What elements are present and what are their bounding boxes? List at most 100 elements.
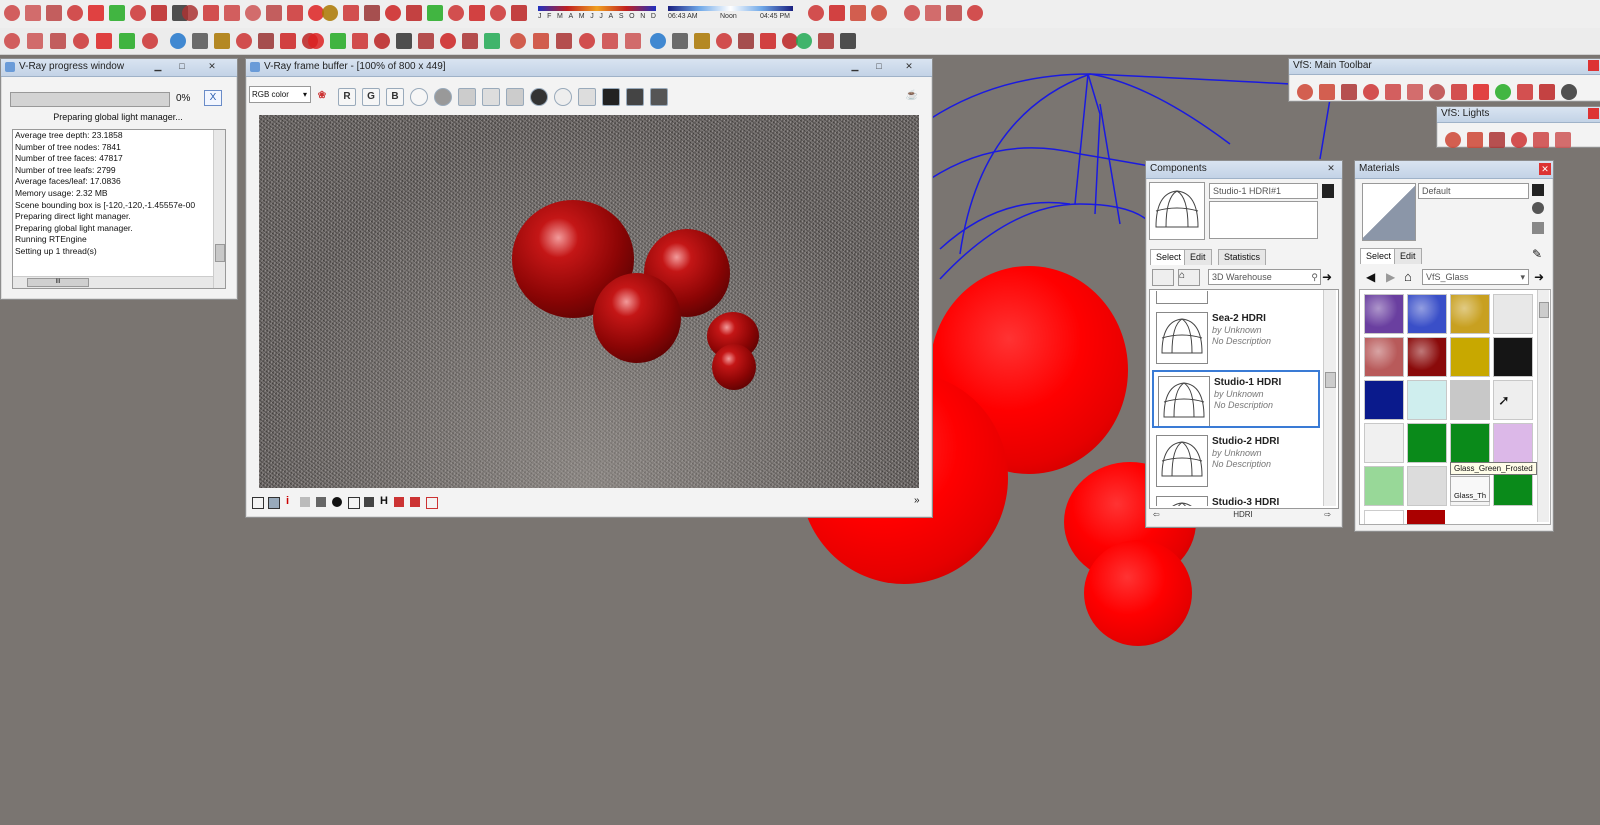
vfb-minimize-button[interactable]: ▁	[848, 61, 862, 72]
back-arrow-icon[interactable]: ⇦	[1153, 508, 1160, 522]
sandbox-tool-icon[interactable]	[760, 33, 776, 49]
material-options-icon[interactable]	[1532, 202, 1544, 214]
view-tool-icon[interactable]	[322, 5, 338, 21]
view-options-icon[interactable]	[1152, 269, 1174, 286]
view-preset-tool-icon[interactable]	[533, 33, 549, 49]
material-swatch[interactable]	[1450, 423, 1490, 463]
render-viewport[interactable]	[259, 115, 919, 488]
section-tool-icon[interactable]	[418, 33, 434, 49]
sandbox-tool-icon[interactable]	[716, 33, 732, 49]
sandbox-tool-icon[interactable]	[650, 33, 666, 49]
draw-tool-icon[interactable]	[88, 5, 104, 21]
shadow-tool-icon[interactable]	[511, 5, 527, 21]
vfs-light-tool-icon[interactable]	[1489, 132, 1505, 148]
material-swatch[interactable]	[1450, 294, 1490, 334]
vfs-lights-close-icon[interactable]	[1588, 108, 1599, 119]
lut-icon[interactable]	[348, 497, 360, 509]
clear-image-icon[interactable]	[506, 88, 524, 106]
components-scroll-thumb[interactable]	[1325, 372, 1336, 388]
vfs-tool-icon[interactable]	[1319, 84, 1335, 100]
vfs-tool-icon[interactable]	[1341, 84, 1357, 100]
layer-tool-icon[interactable]	[818, 33, 834, 49]
compare-v-icon[interactable]	[410, 497, 420, 507]
material-swatch[interactable]	[1407, 294, 1447, 334]
details-arrow-icon[interactable]: ➜	[1534, 270, 1544, 284]
view-preset-tool-icon[interactable]	[602, 33, 618, 49]
style-tool-icon[interactable]	[4, 33, 20, 49]
teapot-icon[interactable]: ☕	[904, 88, 920, 104]
material-swatch[interactable]	[1493, 423, 1533, 463]
view-preset-tool-icon[interactable]	[510, 33, 526, 49]
progress-titlebar[interactable]: V-Ray progress window ▁ □ ✕	[1, 59, 237, 77]
section-tool-icon[interactable]	[396, 33, 412, 49]
component-description-field[interactable]	[1209, 201, 1318, 239]
stop-icon[interactable]	[626, 88, 644, 106]
vfs-main-close-icon[interactable]	[1588, 60, 1599, 71]
component-list-item-partial[interactable]	[1156, 291, 1208, 304]
shadow-tool-icon[interactable]	[490, 5, 506, 21]
back-arrow-icon[interactable]: ◀	[1366, 270, 1375, 284]
layer-tool-icon[interactable]	[796, 33, 812, 49]
draw-tool-icon[interactable]	[130, 5, 146, 21]
tab-statistics[interactable]: Statistics	[1218, 249, 1267, 265]
material-swatch-partial[interactable]	[1364, 510, 1404, 524]
material-name-field[interactable]: Default	[1418, 183, 1529, 199]
maximize-button[interactable]: □	[175, 61, 189, 72]
walk-tool-icon[interactable]	[214, 33, 230, 49]
section-tool-icon[interactable]	[308, 33, 324, 49]
curve-icon[interactable]	[316, 497, 326, 507]
section-tool-icon[interactable]	[440, 33, 456, 49]
materials-tab-edit[interactable]: Edit	[1394, 248, 1422, 264]
render-log[interactable]: Average tree depth: 23.1858 Number of tre…	[12, 129, 226, 289]
create-material-icon[interactable]	[1532, 184, 1544, 196]
component-search-input[interactable]: 3D Warehouse ⚲	[1208, 269, 1321, 285]
component-list-item[interactable]: Sea-2 HDRI by Unknown No Description	[1152, 308, 1320, 366]
view-tool-icon[interactable]	[364, 5, 380, 21]
vfs-tool-icon[interactable]	[1297, 84, 1313, 100]
view-tool-icon[interactable]	[427, 5, 443, 21]
cancel-render-button[interactable]: X	[204, 90, 222, 106]
material-swatch[interactable]	[1364, 423, 1404, 463]
info-icon[interactable]: i	[286, 495, 289, 507]
component-list-item[interactable]: Studio-2 HDRI by Unknown No Description	[1152, 431, 1320, 489]
draw-tool-icon[interactable]	[25, 5, 41, 21]
materials-close-button[interactable]: ✕	[1539, 163, 1551, 175]
vfs-tool-icon[interactable]	[1473, 84, 1489, 100]
material-swatch[interactable]	[1407, 380, 1447, 420]
expand-panel-icon[interactable]: »	[914, 495, 920, 506]
tab-select[interactable]: Select	[1150, 249, 1188, 265]
close-button[interactable]: ✕	[205, 61, 219, 72]
channel-select[interactable]: RGB color ▾	[249, 86, 311, 103]
vfb-titlebar[interactable]: V-Ray frame buffer - [100% of 800 x 449]…	[246, 59, 932, 77]
layer-tool-icon[interactable]	[840, 33, 856, 49]
vray-tool-icon[interactable]	[946, 5, 962, 21]
scene-sphere-smallest[interactable]	[1084, 540, 1192, 646]
mono-button[interactable]	[434, 88, 452, 106]
link-icon[interactable]	[602, 88, 620, 106]
view-preset-tool-icon[interactable]	[579, 33, 595, 49]
components-scrollbar[interactable]	[1323, 290, 1336, 506]
vray-tool-icon[interactable]	[904, 5, 920, 21]
vfs-light-tool-icon[interactable]	[1445, 132, 1461, 148]
red-channel-button[interactable]: R	[338, 88, 356, 106]
edit-tool-icon[interactable]	[266, 5, 282, 21]
materials-tab-select[interactable]: Select	[1360, 248, 1398, 264]
render-last-icon[interactable]	[578, 88, 596, 106]
stamp-icon[interactable]	[268, 497, 280, 509]
render-icon[interactable]	[650, 88, 668, 106]
icc-icon[interactable]	[364, 497, 374, 507]
walk-tool-icon[interactable]	[236, 33, 252, 49]
material-tile-label[interactable]: Glass_Th	[1450, 476, 1490, 502]
material-swatch[interactable]	[1364, 294, 1404, 334]
forward-arrow-icon[interactable]: ➜	[1322, 270, 1332, 284]
section-tool-icon[interactable]	[374, 33, 390, 49]
forward-arrow-icon[interactable]: ▶	[1386, 270, 1395, 284]
draw-tool-icon[interactable]	[46, 5, 62, 21]
components-titlebar[interactable]: Components ✕	[1146, 161, 1342, 179]
tab-edit[interactable]: Edit	[1184, 249, 1212, 265]
walk-tool-icon[interactable]	[170, 33, 186, 49]
vfs-tool-icon[interactable]	[1561, 84, 1577, 100]
vfs-tool-icon[interactable]	[1407, 84, 1423, 100]
material-swatch[interactable]	[1407, 337, 1447, 377]
swap-icon[interactable]	[426, 497, 438, 509]
